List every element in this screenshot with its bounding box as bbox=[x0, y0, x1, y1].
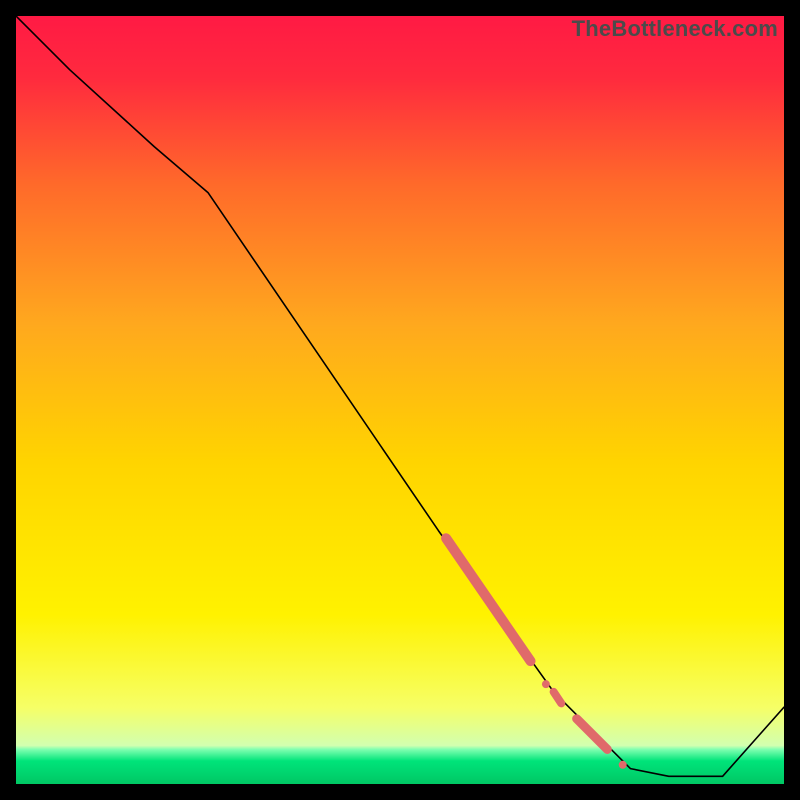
plot-area: TheBottleneck.com bbox=[16, 16, 784, 784]
chart-frame: TheBottleneck.com bbox=[0, 0, 800, 800]
chart-svg bbox=[16, 16, 784, 784]
watermark-text: TheBottleneck.com bbox=[572, 16, 778, 42]
highlight-dot-0 bbox=[542, 680, 550, 688]
gradient-background bbox=[16, 16, 784, 784]
highlight-dot-1 bbox=[619, 761, 627, 769]
